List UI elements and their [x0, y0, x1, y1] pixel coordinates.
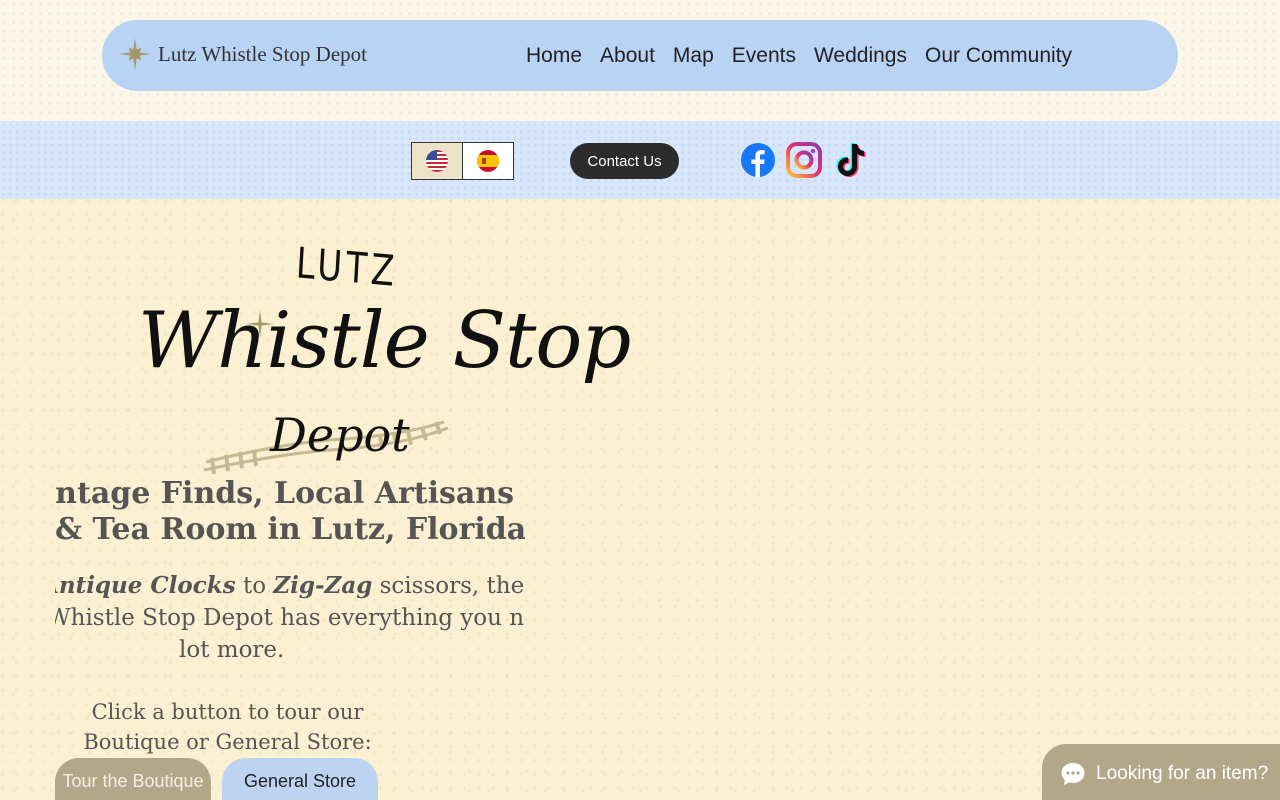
us-flag-icon: [425, 150, 448, 172]
chat-widget-label: Looking for an item?: [1096, 763, 1269, 784]
hero-heading-line-1: Vintage Finds, Local Artisans: [55, 476, 515, 511]
hero-text-line-1-end: scissors, the Lutz: [379, 573, 525, 599]
tour-boutique-button[interactable]: Tour the Boutique: [55, 758, 211, 800]
lang-spanish[interactable]: [463, 143, 514, 179]
site-title[interactable]: Lutz Whistle Stop Depot: [158, 42, 367, 67]
instagram-icon[interactable]: [785, 140, 823, 180]
hero-text-em-antique-clocks: Antique Clocks: [55, 572, 236, 599]
logo-depot-text: Depot: [270, 408, 410, 462]
hero-text-em-zig-zag: Zig-Zag: [273, 572, 373, 599]
language-switcher: [411, 142, 514, 180]
chat-widget-button[interactable]: Looking for an item?: [1042, 744, 1280, 800]
tour-prompt: Click a button to tour our Boutique or G…: [55, 697, 400, 757]
nav-events[interactable]: Events: [732, 44, 796, 68]
facebook-icon[interactable]: [739, 140, 777, 180]
hero-heading: Vintage Finds, Local Artisans & Tea Room…: [55, 476, 525, 552]
tour-prompt-line-2: Boutique or General Store:: [83, 730, 372, 754]
nav-about[interactable]: About: [600, 44, 655, 68]
chat-bubble-icon: [1061, 763, 1085, 785]
contact-us-button[interactable]: Contact Us: [570, 143, 679, 179]
hero-text-line-1: Antique Clocks to Zig-Zag scissors, the …: [55, 570, 525, 602]
main-nav: Home About Map Events Weddings Our Commu…: [526, 44, 1072, 68]
logo-lutz-text: LUTZ: [294, 238, 400, 298]
hero-heading-line-2: & Tea Room in Lutz, Florida: [55, 512, 525, 547]
es-flag-icon: [476, 150, 499, 172]
nav-our-community[interactable]: Our Community: [925, 44, 1072, 68]
logo-whistle-stop-text: Whistle Stop: [138, 296, 631, 386]
tiktok-icon[interactable]: [830, 140, 868, 180]
hero-text-line-3: lot more.: [179, 637, 285, 663]
sparkle-icon: [246, 310, 274, 338]
nav-home[interactable]: Home: [526, 44, 582, 68]
star-logo-icon[interactable]: [118, 37, 152, 71]
lang-english[interactable]: [412, 143, 463, 179]
tour-prompt-line-1: Click a button to tour our: [91, 700, 364, 724]
general-store-button[interactable]: General Store: [222, 758, 378, 800]
hero-description: Antique Clocks to Zig-Zag scissors, the …: [55, 570, 525, 670]
nav-weddings[interactable]: Weddings: [814, 44, 907, 68]
hero-text-line-2: Whistle Stop Depot has everything you ne…: [55, 605, 525, 631]
hero-text-to: to: [235, 573, 274, 599]
nav-map[interactable]: Map: [673, 44, 714, 68]
